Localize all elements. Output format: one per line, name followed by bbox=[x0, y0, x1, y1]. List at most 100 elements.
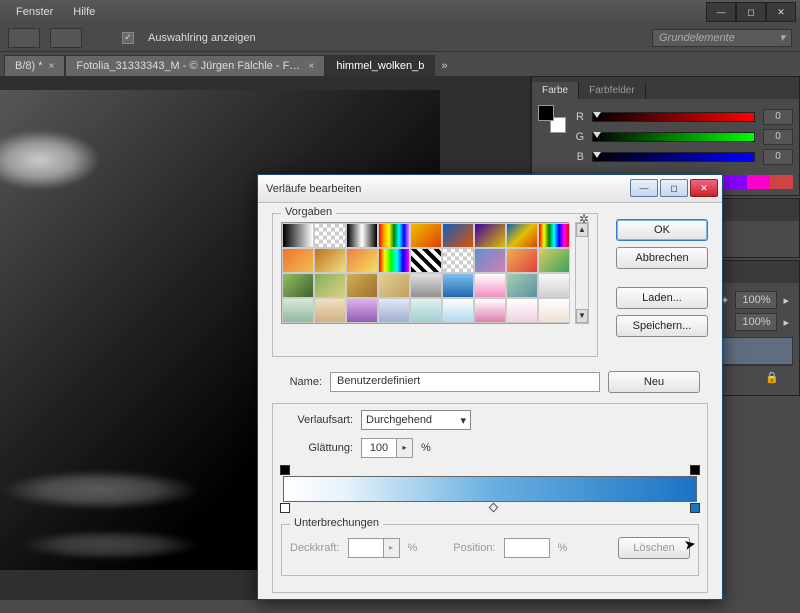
preset-swatch[interactable] bbox=[378, 298, 410, 323]
cancel-button[interactable]: Abbrechen bbox=[616, 247, 708, 269]
checkbox-label: Auswahlring anzeigen bbox=[148, 32, 256, 44]
gradient-bar[interactable] bbox=[283, 476, 697, 502]
dialog-titlebar[interactable]: Verläufe bearbeiten — ◻ ✕ bbox=[258, 175, 722, 203]
gradtype-select[interactable]: Durchgehend▾ bbox=[361, 410, 471, 430]
preset-scrollbar[interactable]: ▲▼ bbox=[575, 222, 589, 324]
preset-swatch[interactable] bbox=[474, 298, 506, 323]
preset-swatch[interactable] bbox=[314, 223, 346, 248]
preset-swatch[interactable] bbox=[346, 248, 378, 273]
smooth-label: Glättung: bbox=[281, 442, 353, 454]
save-button[interactable]: Speichern... bbox=[616, 315, 708, 337]
delete-stop-button: Löschen bbox=[618, 537, 690, 559]
close-icon[interactable]: × bbox=[309, 61, 315, 72]
preset-swatch[interactable] bbox=[442, 273, 474, 298]
options-bar: ✓ Auswahlring anzeigen Grundelemente▾ bbox=[0, 24, 800, 52]
doc-tab-2[interactable]: Fotolia_31333343_M - © Jürgen Fälchle - … bbox=[65, 55, 325, 76]
preset-swatch[interactable] bbox=[378, 248, 410, 273]
stop-opacity-input: ▸ bbox=[348, 538, 400, 558]
workspace-combo[interactable]: Grundelemente▾ bbox=[652, 29, 792, 47]
value-g[interactable]: 0 bbox=[763, 129, 793, 145]
menu-hilfe[interactable]: Hilfe bbox=[63, 3, 105, 21]
document-tabstrip: B/8) *× Fotolia_31333343_M - © Jürgen Fä… bbox=[0, 52, 800, 76]
preset-swatch[interactable] bbox=[506, 223, 538, 248]
preset-swatch[interactable] bbox=[282, 223, 314, 248]
preset-swatch[interactable] bbox=[506, 248, 538, 273]
gradtype-label: Verlaufsart: bbox=[281, 414, 353, 426]
minimize-button[interactable]: — bbox=[706, 2, 736, 22]
smooth-input[interactable]: 100▸ bbox=[361, 438, 413, 458]
preset-grid bbox=[281, 222, 569, 324]
dialog-close[interactable]: ✕ bbox=[690, 179, 718, 197]
tabs-overflow[interactable]: » bbox=[435, 56, 453, 76]
preset-swatch[interactable] bbox=[314, 248, 346, 273]
stop-position-input bbox=[504, 538, 550, 558]
gear-icon[interactable]: ✲ bbox=[579, 212, 589, 226]
preset-swatch[interactable] bbox=[538, 248, 570, 273]
doc-tab-1[interactable]: B/8) *× bbox=[4, 55, 65, 76]
chevron-down-icon: ▾ bbox=[460, 414, 466, 427]
dialog-minimize[interactable]: — bbox=[630, 179, 658, 197]
slider-b[interactable] bbox=[592, 152, 755, 162]
color-stop-left[interactable] bbox=[280, 503, 290, 513]
value-b[interactable]: 0 bbox=[763, 149, 793, 165]
preset-swatch[interactable] bbox=[378, 223, 410, 248]
preset-swatch[interactable] bbox=[442, 248, 474, 273]
dialog-maximize[interactable]: ◻ bbox=[660, 179, 688, 197]
name-input[interactable]: Benutzerdefiniert bbox=[330, 372, 600, 392]
maximize-button[interactable]: ◻ bbox=[736, 2, 766, 22]
opacity-value[interactable]: 100% bbox=[735, 291, 777, 309]
slider-g[interactable] bbox=[592, 132, 755, 142]
doc-tab-3[interactable]: himmel_wolken_b bbox=[325, 55, 435, 76]
preset-swatch[interactable] bbox=[506, 273, 538, 298]
color-stop-right[interactable] bbox=[690, 503, 700, 513]
slider-r[interactable] bbox=[592, 112, 755, 122]
preset-swatch[interactable] bbox=[346, 298, 378, 323]
preset-swatch[interactable] bbox=[442, 223, 474, 248]
new-button[interactable]: Neu bbox=[608, 371, 700, 393]
close-button[interactable]: ✕ bbox=[766, 2, 796, 22]
chevron-down-icon: ▾ bbox=[779, 31, 785, 44]
menu-fenster[interactable]: Fenster bbox=[6, 3, 63, 21]
ok-button[interactable]: OK bbox=[616, 219, 708, 241]
checkbox-auswahlring[interactable]: ✓ bbox=[122, 32, 134, 44]
tab-farbe[interactable]: Farbe bbox=[532, 82, 579, 99]
close-icon[interactable]: × bbox=[49, 61, 55, 72]
value-r[interactable]: 0 bbox=[763, 109, 793, 125]
tab-farbfelder[interactable]: Farbfelder bbox=[579, 82, 646, 99]
app-menubar: Fenster Hilfe — ◻ ✕ bbox=[0, 0, 800, 24]
preset-swatch[interactable] bbox=[538, 223, 570, 248]
preset-swatch[interactable] bbox=[474, 248, 506, 273]
preset-swatch[interactable] bbox=[538, 273, 570, 298]
preset-swatch[interactable] bbox=[314, 298, 346, 323]
opacity-stop-left[interactable] bbox=[280, 465, 290, 475]
preset-swatch[interactable] bbox=[282, 273, 314, 298]
load-button[interactable]: Laden... bbox=[616, 287, 708, 309]
preset-swatch[interactable] bbox=[506, 298, 538, 323]
preset-swatch[interactable] bbox=[442, 298, 474, 323]
lock-icon[interactable]: 🔒 bbox=[765, 371, 779, 384]
preset-swatch[interactable] bbox=[346, 223, 378, 248]
preset-swatch[interactable] bbox=[410, 223, 442, 248]
preset-swatch[interactable] bbox=[378, 273, 410, 298]
gradient-editor-dialog: Verläufe bearbeiten — ◻ ✕ Vorgaben ✲ ▲▼ … bbox=[257, 174, 723, 600]
tool-preset-slot[interactable] bbox=[8, 28, 40, 48]
stops-label: Unterbrechungen bbox=[290, 517, 383, 529]
preset-swatch[interactable] bbox=[474, 273, 506, 298]
preset-swatch[interactable] bbox=[410, 298, 442, 323]
fg-bg-swatch[interactable] bbox=[538, 105, 566, 133]
preset-swatch[interactable] bbox=[282, 298, 314, 323]
preset-swatch[interactable] bbox=[282, 248, 314, 273]
preset-swatch[interactable] bbox=[474, 223, 506, 248]
opacity-stop-right[interactable] bbox=[690, 465, 700, 475]
window-controls: — ◻ ✕ bbox=[706, 2, 796, 22]
fill-value[interactable]: 100% bbox=[735, 313, 777, 331]
preset-swatch[interactable] bbox=[346, 273, 378, 298]
preset-swatch[interactable] bbox=[314, 273, 346, 298]
preset-swatch[interactable] bbox=[410, 273, 442, 298]
preset-swatch[interactable] bbox=[410, 248, 442, 273]
name-label: Name: bbox=[272, 376, 322, 388]
midpoint-marker[interactable] bbox=[489, 503, 499, 513]
presets-label: Vorgaben bbox=[281, 206, 336, 218]
preset-swatch[interactable] bbox=[538, 298, 570, 323]
gradient-preview-slot[interactable] bbox=[50, 28, 82, 48]
